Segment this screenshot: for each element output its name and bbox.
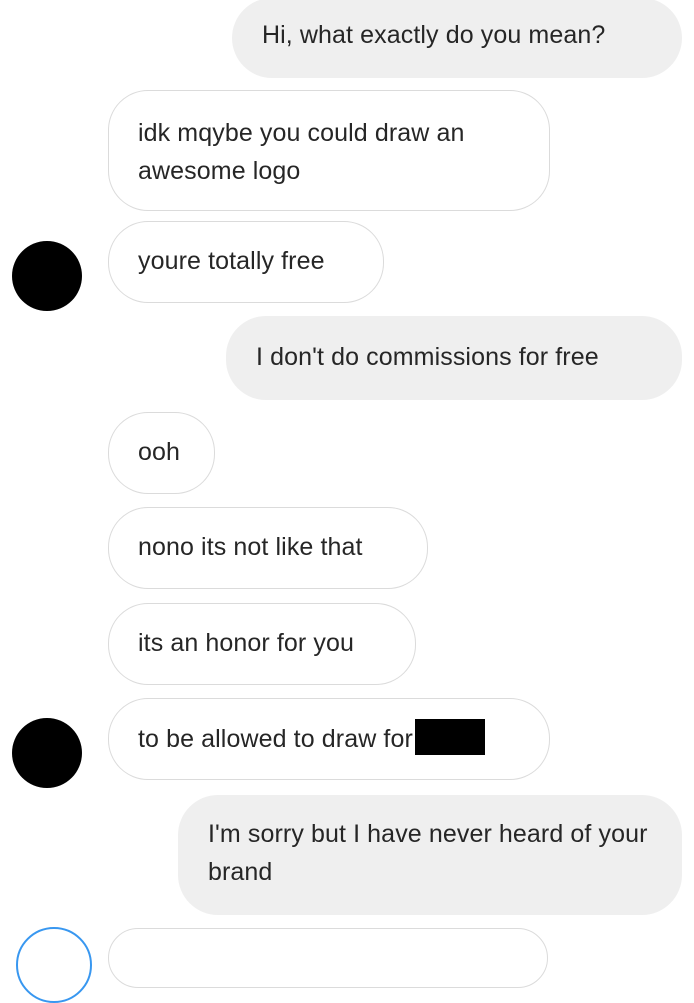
message-received[interactable]: nono its not like that xyxy=(108,507,428,589)
message-received[interactable]: ooh xyxy=(108,412,215,494)
message-text: Hi, what exactly do you mean? xyxy=(262,21,606,49)
message-text: idk mqybe you could draw an awesome logo xyxy=(138,119,465,185)
contact-avatar[interactable] xyxy=(16,927,92,1003)
message-received[interactable]: its an honor for you xyxy=(108,603,416,685)
message-received[interactable]: youre totally free xyxy=(108,221,384,303)
contact-avatar[interactable] xyxy=(12,718,82,788)
message-received[interactable]: idk mqybe you could draw an awesome logo xyxy=(108,90,550,211)
message-text: its an honor for you xyxy=(138,629,355,657)
message-sent[interactable]: I'm sorry but I have never heard of your… xyxy=(178,795,682,915)
message-text: nono its not like that xyxy=(138,533,363,561)
message-text: ooh xyxy=(138,438,181,466)
message-received[interactable] xyxy=(108,928,548,988)
message-text: youre totally free xyxy=(138,247,325,275)
message-text: I don't do commissions for free xyxy=(256,343,599,371)
redaction-block xyxy=(414,719,485,755)
contact-avatar[interactable] xyxy=(12,241,82,311)
message-text: I'm sorry but I have never heard of your… xyxy=(208,820,648,886)
message-sent[interactable]: Hi, what exactly do you mean? xyxy=(232,0,682,78)
message-received[interactable]: to be allowed to draw for xyxy=(108,698,550,780)
message-text: to be allowed to draw for xyxy=(138,725,413,753)
message-sent[interactable]: I don't do commissions for free xyxy=(226,316,682,400)
